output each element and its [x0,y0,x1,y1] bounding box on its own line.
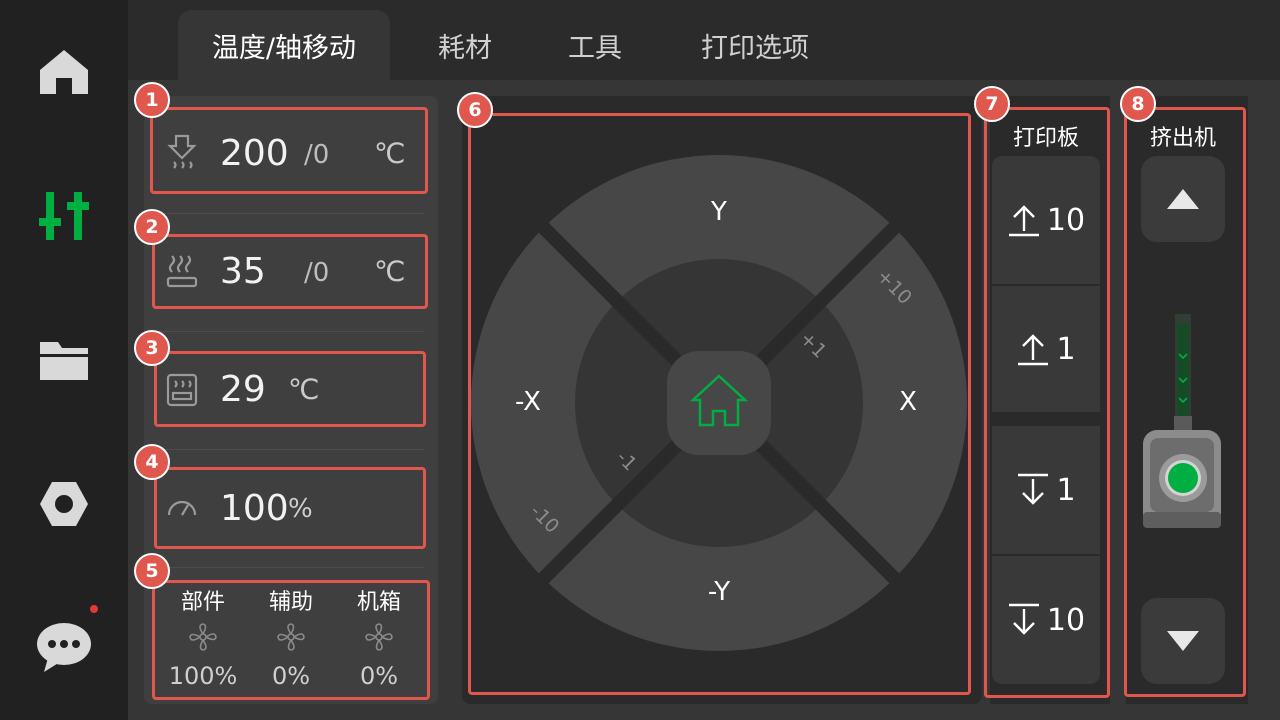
bed-up-1-label: 1 [1056,331,1076,367]
bed-down-10-label: 10 [1046,602,1086,638]
extruder-illustration [1143,314,1221,528]
arrow-up-icon [1018,334,1049,366]
extruder-panel-title: 挤出机 [1149,126,1216,151]
annotation-badge: 7 [974,86,1010,122]
annotation-badge: 8 [1120,86,1156,122]
arrow-up-icon [1008,205,1039,237]
bed-down-10-button[interactable]: 10 [992,556,1100,684]
home-axes-button[interactable] [667,351,771,455]
annotation-badge: 6 [457,92,493,128]
jog-y-minus[interactable]: -Y [689,577,749,607]
jog-x-plus[interactable]: X [878,387,938,417]
bed-up-10-label: 10 [1046,202,1086,238]
arrow-down-icon [1008,603,1039,635]
retract-button[interactable] [1141,598,1225,684]
annotation-badge: 2 [134,209,170,245]
annotation-badge: 4 [134,444,170,480]
triangle-up-icon [1167,189,1199,209]
triangle-down-icon [1167,631,1199,651]
jog-y-plus[interactable]: Y [689,197,749,227]
arrow-down-icon [1018,473,1049,505]
bed-down-1-label: 1 [1056,472,1076,508]
annotation-badge: 5 [134,553,170,589]
extrude-up-button[interactable] [1141,156,1225,242]
bed-panel-title: 打印板 [1012,126,1079,151]
bed-up-1-button[interactable]: 1 [992,286,1100,412]
annotation-badge: 3 [134,330,170,366]
jog-x-minus[interactable]: -X [498,387,558,417]
bed-down-1-button[interactable]: 1 [992,426,1100,554]
bed-up-10-button[interactable]: 10 [992,156,1100,284]
annotation-badge: 1 [134,82,170,118]
